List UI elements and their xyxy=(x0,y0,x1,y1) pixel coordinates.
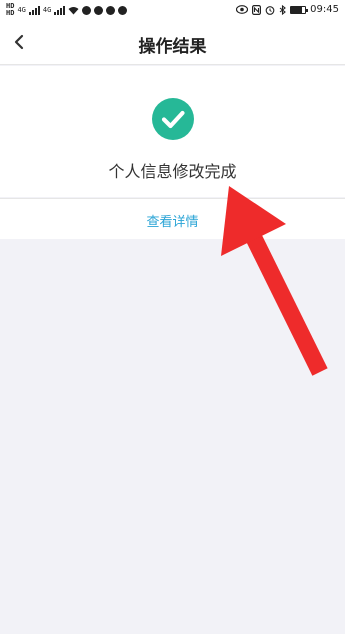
result-message: 个人信息修改完成 xyxy=(108,162,237,181)
check-circle-icon xyxy=(152,98,194,140)
result-card: 个人信息修改完成 xyxy=(0,66,345,197)
hd-bottom-label: HD xyxy=(6,9,15,17)
wifi-icon xyxy=(68,6,79,14)
alarm-icon xyxy=(265,5,275,15)
status-time: 09:45 xyxy=(310,4,339,15)
status-bar: HD HD 4G 4G 09:45 xyxy=(0,0,345,22)
status-left-group: HD HD 4G 4G xyxy=(6,3,128,17)
navigation-bar: 操作结果 xyxy=(0,22,345,65)
signal-1-icon xyxy=(28,5,40,15)
hd-indicator: HD HD xyxy=(6,3,14,17)
battery-icon xyxy=(290,5,309,14)
page-title: 操作结果 xyxy=(138,37,207,57)
eye-icon xyxy=(236,5,249,14)
qq-icon xyxy=(94,5,104,15)
check-mark-icon xyxy=(161,110,185,129)
network-type-1: 4G xyxy=(17,5,26,14)
view-details-link[interactable]: 查看详情 xyxy=(0,211,345,230)
detail-row: 查看详情 xyxy=(0,198,345,239)
chat-icon xyxy=(118,5,128,15)
nfc-icon xyxy=(252,4,262,15)
notification-icon xyxy=(106,5,116,15)
message-icon xyxy=(82,5,92,15)
status-right-group: 09:45 xyxy=(236,4,339,15)
battery-level-fill xyxy=(291,6,303,13)
signal-2-icon xyxy=(54,5,66,15)
network-type-2: 4G xyxy=(42,5,52,14)
bluetooth-icon xyxy=(279,4,287,15)
